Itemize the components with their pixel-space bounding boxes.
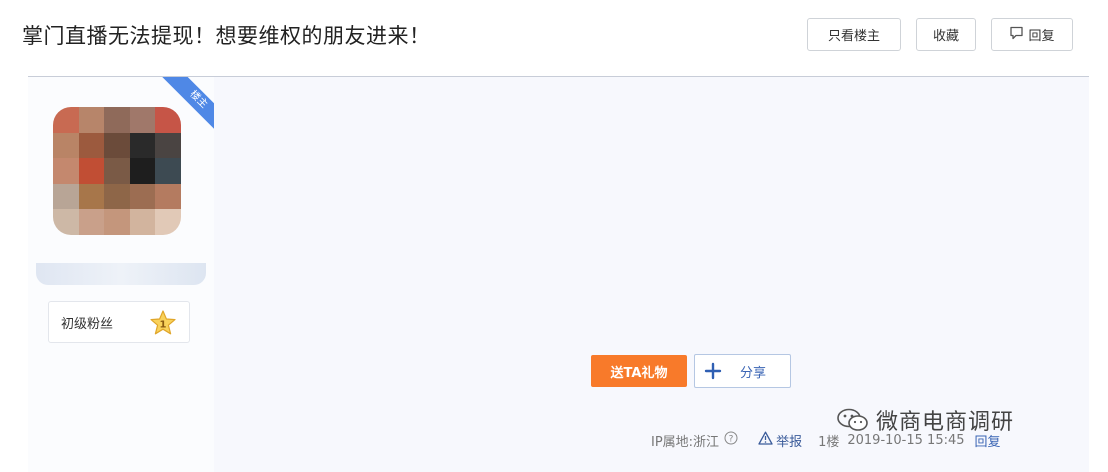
warning-icon [758,431,773,449]
op-badge-label: 楼主 [161,77,215,131]
author-name-blurred[interactable] [36,263,206,285]
watermark: 微商电商调研 [836,400,1014,440]
reply-button[interactable]: 回复 [991,18,1073,51]
info-icon[interactable]: ? [724,431,738,449]
fan-level-badge[interactable]: 初级粉丝 1 [48,301,190,343]
send-gift-button[interactable]: 送TA礼物 [591,355,687,387]
ip-location: IP属地:浙江 [651,434,720,450]
send-gift-label: 送TA礼物 [610,365,668,381]
level-number: 1 [160,320,167,331]
favorite-label: 收藏 [932,29,959,44]
reply-label: 回复 [1028,29,1055,44]
page-edge [1089,76,1108,472]
plus-icon [704,362,722,380]
only-op-button[interactable]: 只看楼主 [807,18,901,51]
report-link[interactable]: 举报 [776,431,802,450]
watermark-text: 微商电商调研 [876,410,1015,435]
svg-text:?: ? [729,435,734,445]
fan-level-label: 初级粉丝 [61,316,114,332]
share-button[interactable]: 分享 [694,354,791,388]
favorite-button[interactable]: 收藏 [916,18,976,51]
level-star-icon: 1 [149,309,177,337]
author-sidebar: 楼主 初级粉丝 1 [28,77,215,472]
share-label: 分享 [740,365,767,381]
wechat-icon [836,408,870,432]
comment-icon [1009,26,1024,44]
thread-title: 掌门直播无法提现！想要维权的朋友进来！ [22,24,431,48]
thread-header: 掌门直播无法提现！想要维权的朋友进来！ 只看楼主 收藏 回复 [0,0,1108,76]
op-badge: 楼主 [161,77,215,131]
only-op-label: 只看楼主 [827,29,880,44]
